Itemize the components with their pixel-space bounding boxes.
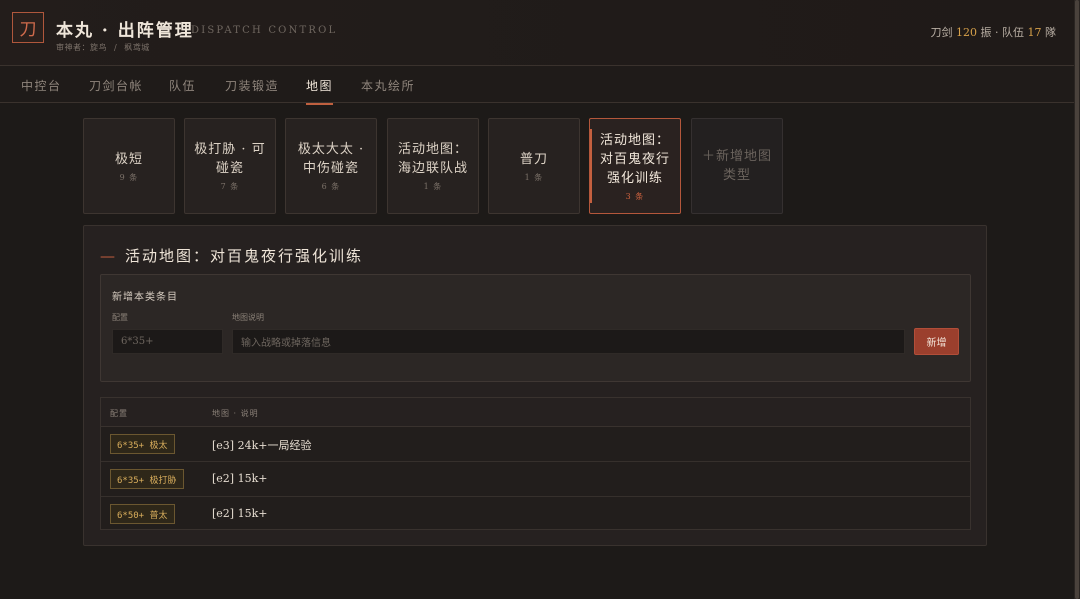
map-type-name: 活动地图：对百鬼夜行强化训练: [599, 132, 670, 186]
map-type-name: 极短: [114, 151, 143, 167]
map-type-card[interactable]: 极短 9 条: [83, 118, 175, 214]
panel-title-text: 活动地图：对百鬼夜行强化训练: [125, 247, 364, 265]
map-type-count: 9 条: [119, 172, 139, 182]
nav-teams[interactable]: 队伍: [169, 77, 196, 94]
map-type-count: 1 条: [423, 182, 443, 191]
map-type-count: 3 条: [625, 191, 645, 201]
teams-unit: 隊: [1045, 26, 1056, 39]
map-type-card[interactable]: 活动地图：海边联队战 1 条: [387, 118, 479, 214]
map-type-name: 普刀: [519, 151, 548, 167]
table-row[interactable]: 6*35+ 极打胁 [e2] 15k+: [101, 462, 970, 497]
col-config: 配置: [110, 409, 128, 418]
table-header: 配置 地图 · 说明: [101, 398, 970, 427]
entries-table: 配置 地图 · 说明 6*35+ 极太 [e3] 24k+一局经验 6*35+ …: [100, 397, 971, 530]
map-type-name: 活动地图：海边联队战: [397, 142, 468, 176]
entry-desc: [e2] 15k+: [212, 472, 268, 485]
form-title: 新增本类条目: [112, 292, 178, 303]
map-type-card[interactable]: 极打胁 · 可碰瓷 7 条: [184, 118, 276, 214]
scrollbar-thumb[interactable]: [1075, 0, 1079, 599]
map-type-count: 7 条: [220, 182, 240, 191]
col-desc: 地图 · 说明: [212, 409, 259, 418]
stats-separator: ·: [995, 26, 999, 39]
map-type-card[interactable]: 普刀 1 条: [488, 118, 580, 214]
config-tag: 6*35+ 极太: [110, 434, 175, 454]
map-detail-panel: — 活动地图：对百鬼夜行强化训练 新增本类条目 配置 地图说明 6*35+ 输入战…: [83, 225, 987, 546]
citadel-name: 枫鸢城: [124, 43, 150, 52]
map-type-name: 极太大太 · 中伤碰瓷: [297, 142, 365, 176]
saniwa-label: 审神者：: [56, 43, 90, 52]
table-row[interactable]: 6*50+ 普太 [e2] 15k+: [101, 497, 970, 532]
add-map-type-button[interactable]: ＋新增地图类型: [691, 118, 783, 214]
sword-logo-icon: 刀: [12, 12, 44, 43]
title-dash-icon: —: [100, 247, 117, 265]
add-entry-form: 新增本类条目 配置 地图说明 6*35+ 输入战略或掉落信息 新增: [100, 274, 971, 382]
page-title-en: DISPATCH CONTROL: [191, 25, 338, 36]
main-nav: 中控台 刀剑台帐 队伍 刀装锻造 地图 本丸绘所: [0, 66, 1080, 105]
map-type-card[interactable]: 极太大太 · 中伤碰瓷 6 条: [285, 118, 377, 214]
entry-desc: [e2] 15k+: [212, 507, 268, 520]
config-tag: 6*35+ 极打胁: [110, 469, 184, 489]
nav-map[interactable]: 地图: [306, 77, 334, 105]
page-scrollbar[interactable]: [1074, 0, 1080, 599]
map-type-card-active[interactable]: 活动地图：对百鬼夜行强化训练 3 条: [589, 118, 681, 214]
swords-label: 刀剑: [930, 26, 953, 39]
nav-dashboard[interactable]: 中控台: [21, 77, 62, 94]
map-type-name: 极打胁 · 可碰瓷: [194, 142, 266, 176]
map-type-count: 6 条: [321, 182, 341, 191]
app-header: 刀 本丸 · 出阵管理 DISPATCH CONTROL 审神者：旋鸟 / 枫鸢城 …: [0, 0, 1080, 66]
swords-count: 120: [956, 26, 977, 39]
saniwa-name: 旋鸟: [90, 43, 107, 52]
config-label: 配置: [112, 313, 128, 322]
table-row[interactable]: 6*35+ 极太 [e3] 24k+一局经验: [101, 427, 970, 462]
swords-unit: 振: [980, 26, 992, 39]
entry-desc: [e3] 24k+一局经验: [212, 439, 312, 452]
add-map-type-label: ＋新增地图类型: [701, 149, 772, 183]
map-type-count: 1 条: [524, 172, 544, 182]
teams-count: 17: [1027, 26, 1042, 39]
header-stats: 刀剑 120 振 · 队伍 17 隊: [931, 24, 1057, 40]
config-input[interactable]: 6*35+: [112, 329, 223, 354]
config-tag: 6*50+ 普太: [110, 504, 175, 524]
desc-input[interactable]: 输入战略或掉落信息: [232, 329, 905, 354]
saniwa-info: 审神者：旋鸟 / 枫鸢城: [56, 42, 150, 53]
desc-label: 地图说明: [232, 313, 264, 322]
teams-label: 队伍: [1002, 26, 1024, 39]
panel-title: — 活动地图：对百鬼夜行强化训练: [100, 245, 363, 266]
page-title: 本丸 · 出阵管理: [56, 21, 194, 41]
add-entry-button[interactable]: 新增: [914, 328, 959, 355]
separator: /: [114, 43, 118, 52]
nav-sword-ledger[interactable]: 刀剑台帐: [89, 77, 143, 94]
nav-equipment-forge[interactable]: 刀装锻造: [225, 77, 279, 94]
nav-citadel-gallery[interactable]: 本丸绘所: [361, 77, 415, 94]
